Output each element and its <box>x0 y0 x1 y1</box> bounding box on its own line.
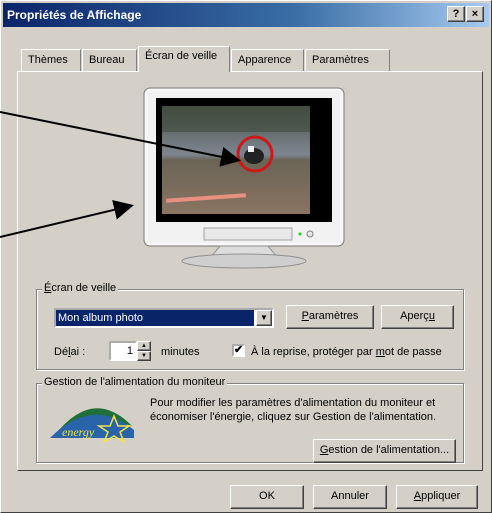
close-button[interactable]: × <box>466 6 484 22</box>
screensaver-selected-value: Mon album photo <box>56 310 254 326</box>
password-label: À la reprise, protéger par mot de passe <box>251 346 442 358</box>
cancel-button[interactable]: Annuler <box>313 485 387 509</box>
help-button[interactable]: ? <box>447 6 465 22</box>
password-checkbox[interactable]: ✔ <box>232 344 245 357</box>
window-title: Propriétés de Affichage <box>7 8 142 22</box>
title-bar[interactable]: Propriétés de Affichage ? × <box>3 3 489 27</box>
apply-button[interactable]: Appliquer <box>396 485 478 509</box>
tab-themes[interactable]: Thèmes <box>21 49 81 71</box>
delay-input[interactable]: 1 <box>109 341 137 361</box>
screensaver-group-legend: Écran de veille <box>42 282 119 294</box>
spin-down-icon[interactable]: ▼ <box>137 351 151 361</box>
ok-button[interactable]: OK <box>230 485 304 509</box>
power-description: Pour modifier les paramètres d'alimentat… <box>150 397 437 423</box>
display-properties-dialog: Propriétés de Affichage ? × Thèmes Burea… <box>0 0 492 513</box>
energy-star-logo: energy <box>50 408 134 444</box>
tab-settings[interactable]: Paramètres <box>305 49 390 71</box>
power-management-button[interactable]: Gestion de l'alimentation... <box>313 439 456 463</box>
legend-text: cran de veille <box>51 282 117 294</box>
dropdown-arrow-icon[interactable]: ▼ <box>256 310 272 326</box>
monitor-preview <box>143 87 345 269</box>
settings-button[interactable]: Paramètres <box>286 305 374 329</box>
tab-panel: Écran de veille Mon album photo ▼ Paramè… <box>17 71 483 471</box>
preview-button[interactable]: Aperçu <box>381 305 454 329</box>
tab-appearance[interactable]: Apparence <box>231 49 304 71</box>
minutes-label: minutes <box>161 346 200 358</box>
delay-label: Délai : <box>54 346 86 358</box>
spin-up-icon[interactable]: ▲ <box>137 341 151 351</box>
tab-desktop[interactable]: Bureau <box>82 49 137 71</box>
energy-logo-text: energy <box>62 425 95 439</box>
power-group-legend: Gestion de l'alimentation du moniteur <box>42 376 228 388</box>
screensaver-select[interactable]: Mon album photo ▼ <box>54 308 274 328</box>
tab-screensaver[interactable]: Écran de veille <box>138 46 230 72</box>
